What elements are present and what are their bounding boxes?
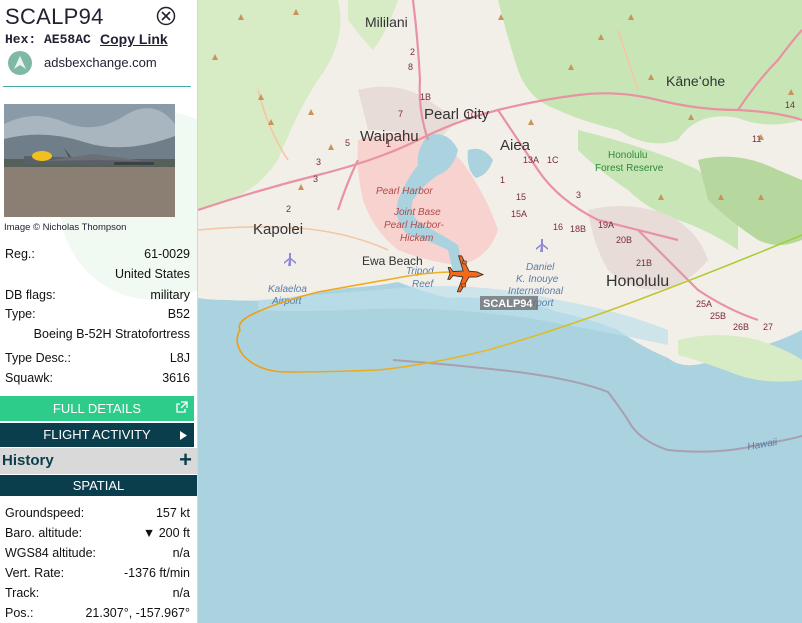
baro-altitude-label: Baro. altitude: — [5, 526, 83, 540]
map-canvas[interactable]: 1B107 285 3213A 1C1515A 16 18B 19A 20B21B2… — [198, 0, 802, 623]
svg-text:26B: 26B — [733, 322, 749, 332]
svg-text:25A: 25A — [696, 299, 712, 309]
place-kapolei: Kapolei — [253, 221, 303, 238]
map-view[interactable]: 1B 10 7 285 3 2 13A 1C 15 15A 16 18B 19A 20B 21B 2… — [198, 0, 802, 623]
full-details-button[interactable]: FULL DETAILS — [0, 396, 194, 421]
svg-text:14: 14 — [785, 100, 795, 110]
place-honolulu: Honolulu — [606, 273, 669, 290]
photo-credit: Image © Nicholas Thompson — [4, 222, 127, 233]
svg-text:1B: 1B — [420, 92, 431, 102]
country-value: United States — [114, 267, 190, 281]
svg-text:Joint Base: Joint Base — [393, 207, 441, 218]
divider — [3, 86, 191, 87]
svg-text:Pearl Harbor-: Pearl Harbor- — [384, 220, 445, 231]
reg-label: Reg.: — [5, 247, 35, 261]
flight-activity-label: FLIGHT ACTIVITY — [43, 427, 151, 442]
svg-text:Daniel: Daniel — [526, 262, 555, 273]
svg-text:K. Inouye: K. Inouye — [516, 274, 559, 285]
place-aiea: Aiea — [500, 137, 531, 154]
flight-activity-button[interactable]: FLIGHT ACTIVITY — [0, 423, 194, 447]
place-kaneohe: Kāneʻohe — [666, 73, 725, 89]
vert-rate-label: Vert. Rate: — [5, 566, 65, 580]
svg-text:7: 7 — [398, 109, 403, 119]
svg-text:15A: 15A — [511, 209, 527, 219]
history-title: History — [2, 452, 54, 469]
svg-text:3: 3 — [316, 157, 321, 167]
plus-icon: + — [179, 447, 192, 472]
baro-altitude-value: ▼ 200 ft — [142, 526, 190, 540]
svg-text:2: 2 — [410, 47, 415, 57]
svg-text:Honolulu: Honolulu — [608, 150, 647, 161]
adsbexchange-logo-icon[interactable] — [8, 51, 32, 75]
svg-text:Reef: Reef — [412, 279, 434, 290]
reg-value: 61-0029 — [144, 247, 190, 261]
track-value: n/a — [172, 586, 190, 600]
aircraft-map-label[interactable]: SCALP94 — [483, 298, 533, 310]
groundspeed-value: 157 kt — [155, 506, 190, 520]
svg-text:16: 16 — [553, 222, 563, 232]
svg-text:25B: 25B — [710, 311, 726, 321]
place-mililani: Mililani — [365, 14, 408, 30]
svg-text:27: 27 — [763, 322, 773, 332]
chevron-right-icon — [180, 431, 187, 440]
external-link-icon — [176, 401, 188, 413]
place-pearl-city: Pearl City — [424, 106, 490, 123]
svg-text:1C: 1C — [547, 155, 559, 165]
svg-text:1: 1 — [500, 175, 505, 185]
svg-text:Kalaeloa: Kalaeloa — [268, 284, 307, 295]
dbflags-value: military — [150, 288, 190, 302]
svg-text:International: International — [508, 286, 564, 297]
wgs84-altitude-label: WGS84 altitude: — [5, 546, 97, 560]
typedesc-label: Type Desc.: — [5, 351, 71, 365]
svg-text:Hickam: Hickam — [400, 233, 433, 244]
svg-text:5: 5 — [345, 138, 350, 148]
callsign-title: SCALP94 — [5, 4, 104, 29]
svg-text:15: 15 — [516, 192, 526, 202]
history-toggle[interactable]: History + — [0, 447, 197, 474]
svg-text:3: 3 — [313, 174, 318, 184]
svg-text:Forest Reserve: Forest Reserve — [595, 163, 664, 174]
aircraft-photo[interactable] — [4, 104, 175, 217]
wgs84-altitude-value: n/a — [172, 546, 190, 560]
place-waipahu: Waipahu — [360, 128, 419, 145]
type-label: Type: — [5, 307, 36, 321]
svg-text:8: 8 — [408, 62, 413, 72]
svg-text:Pearl Harbor: Pearl Harbor — [376, 186, 433, 197]
svg-text:11: 11 — [752, 134, 761, 144]
squawk-value: 3616 — [162, 371, 190, 385]
typedesc-value: L8J — [169, 351, 190, 365]
svg-text:19A: 19A — [598, 220, 614, 230]
svg-text:3: 3 — [576, 190, 581, 200]
svg-text:2: 2 — [286, 204, 291, 214]
close-icon[interactable] — [156, 6, 176, 26]
site-link[interactable]: adsbexchange.com — [44, 55, 157, 70]
position-value: 21.307°, -157.967° — [85, 606, 190, 620]
copy-link-button[interactable]: Copy Link — [100, 31, 168, 47]
aircraft-info-panel: SCALP94 Hex: AE58AC Copy Link adsbexchan… — [0, 0, 198, 623]
dbflags-label: DB flags: — [5, 288, 56, 302]
svg-text:20B: 20B — [616, 235, 632, 245]
position-label: Pos.: — [5, 606, 34, 620]
vert-rate-value: -1376 ft/min — [123, 566, 190, 580]
full-details-label: FULL DETAILS — [52, 401, 142, 416]
svg-text:18B: 18B — [570, 224, 586, 234]
svg-text:13A: 13A — [523, 155, 539, 165]
type-full-value: Boeing B-52H Stratofortress — [33, 327, 190, 341]
hex-code: Hex: AE58AC — [5, 32, 91, 47]
track-label: Track: — [5, 586, 40, 600]
spatial-section-header[interactable]: SPATIAL — [0, 475, 197, 496]
type-value: B52 — [167, 307, 190, 321]
squawk-label: Squawk: — [5, 371, 53, 385]
groundspeed-label: Groundspeed: — [5, 506, 85, 520]
svg-text:21B: 21B — [636, 258, 652, 268]
